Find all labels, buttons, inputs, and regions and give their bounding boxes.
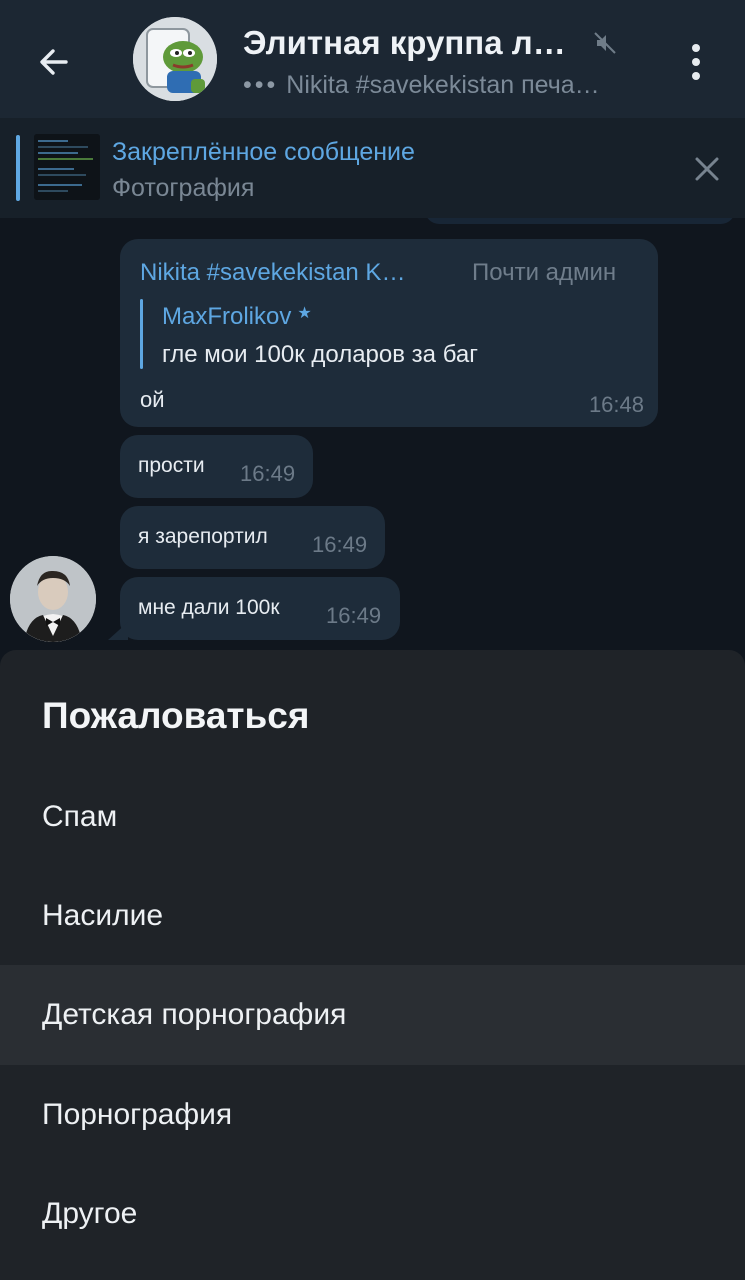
chat-header: Элитная круппа л… ••• Nikita #savekekista… [0,0,745,118]
pinned-subtitle: Фотография [112,174,255,202]
message-time: 16:49 [240,461,296,486]
message-sender-name[interactable]: Nikita #savekekistan K… [140,259,405,287]
arrow-left-icon [40,49,68,75]
report-option-other[interactable]: Другое [0,1164,745,1264]
reply-quote-text[interactable]: гле мои 100к доларов за баг [162,341,478,369]
sender-role-badge: Почти админ [472,259,617,286]
report-sheet: Пожаловаться Спам Насилие Детская порног… [0,650,745,1280]
message-bubble[interactable]: я зарепортил 16:49 [120,506,385,569]
chat-title[interactable]: Элитная круппа л… [243,24,566,62]
menu-dot [692,58,700,66]
group-avatar[interactable] [133,17,217,101]
pinned-indicator [16,135,20,201]
message-bubble[interactable]: Nikita #savekekistan K… Почти админ MaxF… [120,239,658,427]
report-option-label: Детская порнография [42,998,347,1031]
message-time: 16:49 [326,603,382,628]
report-option-label: Порнография [42,1098,233,1131]
sender-avatar[interactable] [10,556,96,642]
report-sheet-title: Пожаловаться [42,695,310,736]
report-option-child-abuse[interactable]: Детская порнография [0,965,745,1065]
message-bubble[interactable]: мне дали 100к 16:49 [120,577,400,640]
pepe-avatar-image [133,17,217,101]
message-time: 16:49 [312,532,368,557]
star-icon: ★ [297,305,312,322]
typing-status-text: Nikita #savekekistan печа… [286,71,600,99]
bubble-tail [108,622,128,640]
menu-dot [692,72,700,80]
menu-dot [692,44,700,52]
close-icon[interactable] [688,150,726,188]
pinned-title[interactable]: Закреплённое сообщение [112,138,415,167]
muted-speaker-icon [594,32,616,54]
report-option-spam[interactable]: Спам [0,767,745,867]
back-button[interactable] [22,30,86,94]
message-text: прости [138,454,205,477]
message-bubble[interactable]: прости 16:49 [120,435,313,498]
pinned-message-bar[interactable] [0,118,745,218]
chat-subtitle: ••• Nikita #savekekistan печа… [243,71,600,100]
message-text: ой [140,387,165,412]
report-option-label: Спам [42,800,118,833]
report-option-label: Насилие [42,899,164,932]
message-text: мне дали 100к [138,596,280,619]
message-time: 16:48 [588,392,644,417]
report-option-pornography[interactable]: Порнография [0,1065,745,1165]
more-options-button[interactable] [676,36,716,88]
report-option-label: Другое [42,1197,138,1230]
person-avatar-image [10,556,96,642]
message-text: я зарепортил [138,525,268,548]
reply-author-name: MaxFrolikov [162,303,292,330]
typing-indicator-icon: ••• [243,71,279,99]
pinned-photo-thumbnail [34,134,100,200]
reply-author[interactable]: MaxFrolikov ★ [162,303,312,331]
report-option-violence[interactable]: Насилие [0,866,745,966]
reply-indicator [140,299,143,369]
